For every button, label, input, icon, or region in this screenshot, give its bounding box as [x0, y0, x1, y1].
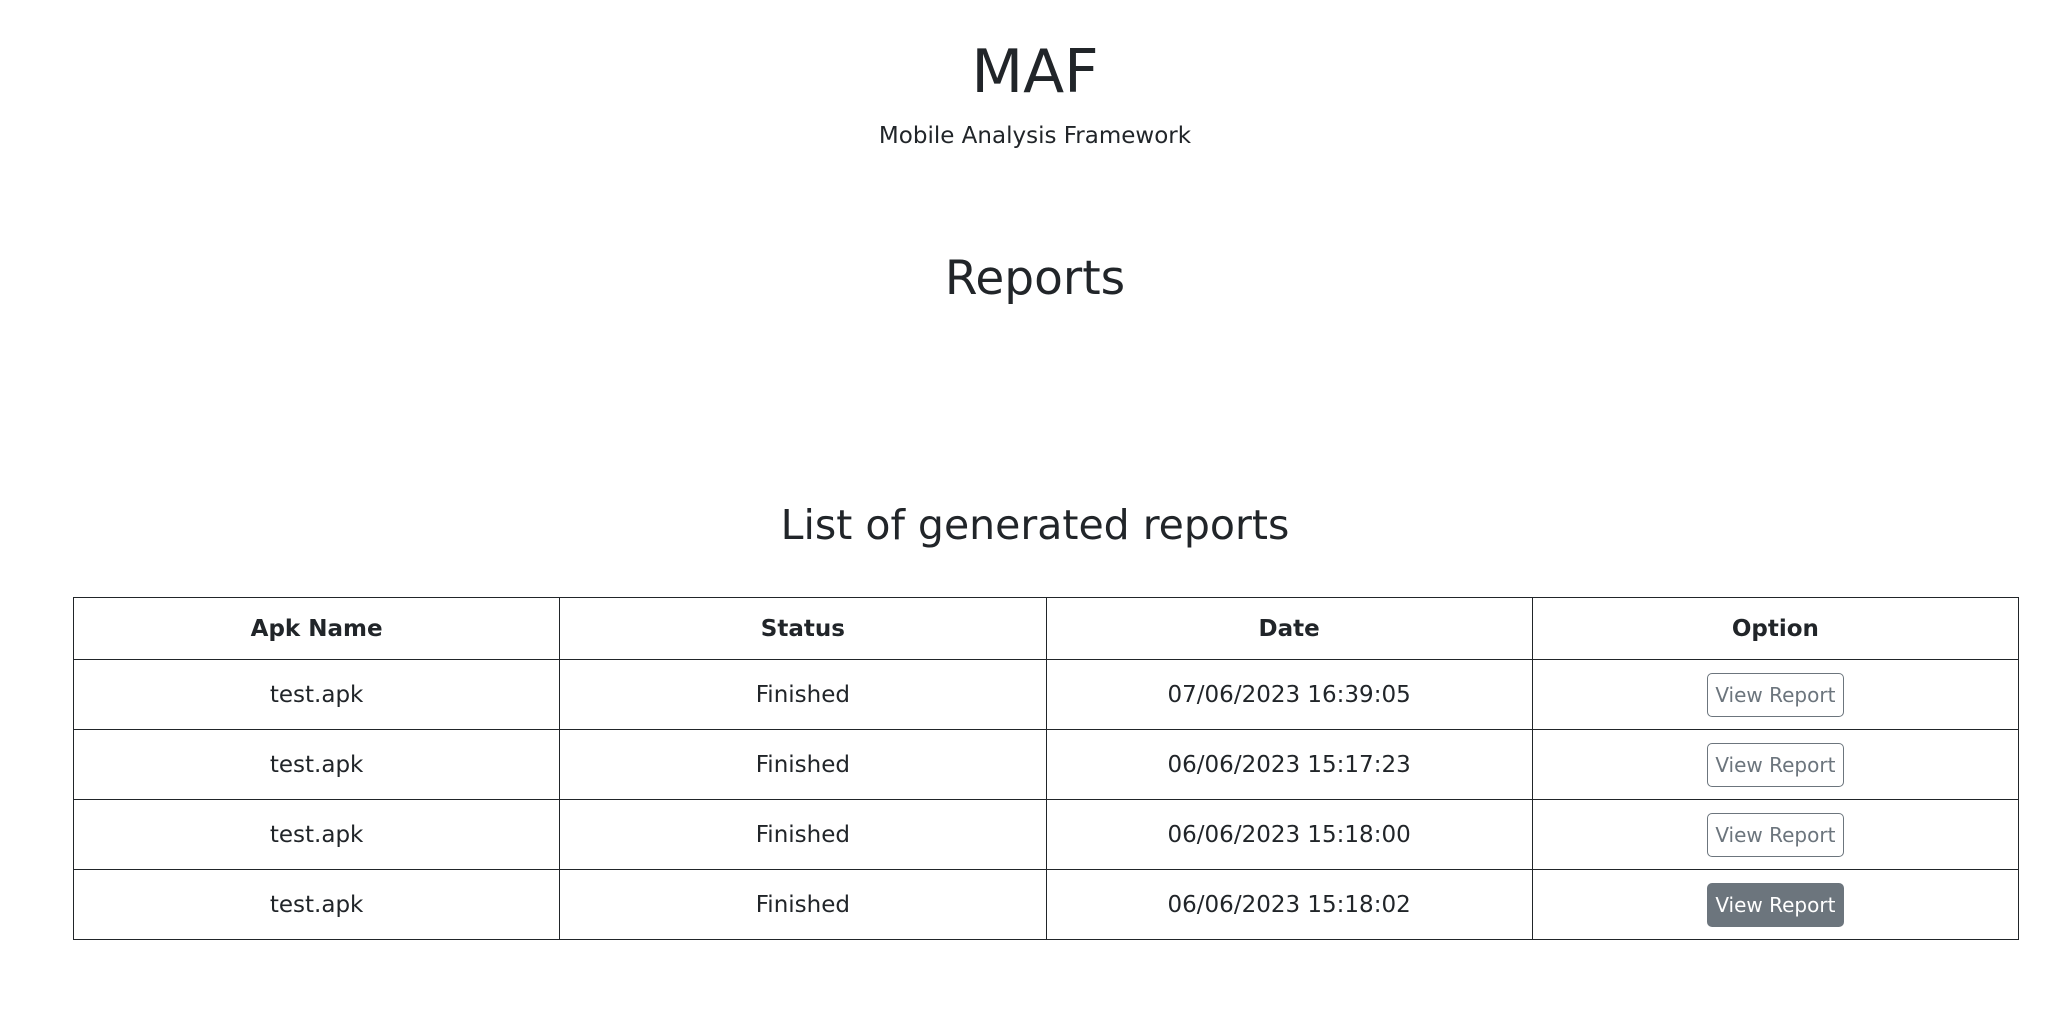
table-row: test.apk Finished 06/06/2023 15:18:02 Vi… — [72, 869, 2020, 940]
apk-name-cell: test.apk — [72, 729, 561, 800]
apk-name-cell: test.apk — [72, 799, 561, 870]
apk-name-cell: test.apk — [72, 869, 561, 940]
view-report-button[interactable]: View Report — [1706, 672, 1844, 717]
date-cell: 07/06/2023 16:39:05 — [1045, 659, 1533, 730]
option-cell: View Report — [1531, 869, 2020, 940]
view-report-button[interactable]: View Report — [1706, 812, 1844, 857]
status-cell: Finished — [559, 799, 1047, 870]
view-report-button[interactable]: View Report — [1706, 882, 1844, 927]
table-row: test.apk Finished 07/06/2023 16:39:05 Vi… — [72, 659, 2020, 730]
option-cell: View Report — [1531, 799, 2020, 870]
date-cell: 06/06/2023 15:18:00 — [1045, 799, 1533, 870]
status-cell: Finished — [559, 869, 1047, 940]
option-cell: View Report — [1531, 729, 2020, 800]
option-cell: View Report — [1531, 659, 2020, 730]
page-title: Reports — [944, 251, 1126, 306]
brand-title: MAF — [971, 37, 1099, 107]
column-header-apk-name: Apk Name — [72, 597, 561, 660]
reports-list-heading: List of generated reports — [780, 501, 1290, 549]
apk-name-cell: test.apk — [72, 659, 561, 730]
table-row: test.apk Finished 06/06/2023 15:18:00 Vi… — [72, 799, 2020, 870]
brand-subtitle: Mobile Analysis Framework — [878, 123, 1192, 149]
column-header-date: Date — [1045, 597, 1533, 660]
date-cell: 06/06/2023 15:18:02 — [1045, 869, 1533, 940]
column-header-option: Option — [1531, 597, 2020, 660]
table-row: test.apk Finished 06/06/2023 15:17:23 Vi… — [72, 729, 2020, 800]
column-header-status: Status — [559, 597, 1047, 660]
date-cell: 06/06/2023 15:17:23 — [1045, 729, 1533, 800]
reports-table: Apk Name Status Date Option test.apk Fin… — [72, 597, 2020, 940]
table-header-row: Apk Name Status Date Option — [72, 597, 2020, 660]
status-cell: Finished — [559, 729, 1047, 800]
view-report-button[interactable]: View Report — [1706, 742, 1844, 787]
status-cell: Finished — [559, 659, 1047, 730]
